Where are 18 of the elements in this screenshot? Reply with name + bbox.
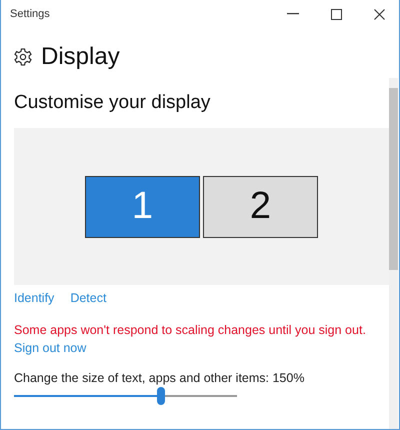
scale-label: Change the size of text, apps and other items: 150%	[14, 371, 306, 385]
maximize-icon[interactable]	[331, 8, 342, 20]
slider-thumb[interactable]	[157, 387, 166, 405]
minimize-icon[interactable]	[287, 13, 299, 15]
window-title: Settings	[10, 8, 50, 20]
monitor-tile[interactable]: 1	[85, 176, 200, 238]
sign-out-link[interactable]: Sign out now	[14, 341, 86, 355]
scrollbar-thumb[interactable]	[389, 88, 398, 270]
link[interactable]: Identify	[14, 291, 54, 305]
settings-icon	[14, 48, 32, 66]
section-heading: Customise your display	[14, 92, 212, 114]
monitor-tile[interactable]: 2	[203, 176, 318, 238]
warning-text: Some apps won't respond to scaling changes until you sign out.	[14, 323, 367, 337]
close-icon[interactable]	[374, 8, 385, 20]
link[interactable]: Detect	[70, 291, 106, 305]
scale-slider[interactable]	[14, 387, 237, 405]
page-title: Display	[41, 43, 120, 71]
scrollbar[interactable]	[389, 78, 398, 429]
